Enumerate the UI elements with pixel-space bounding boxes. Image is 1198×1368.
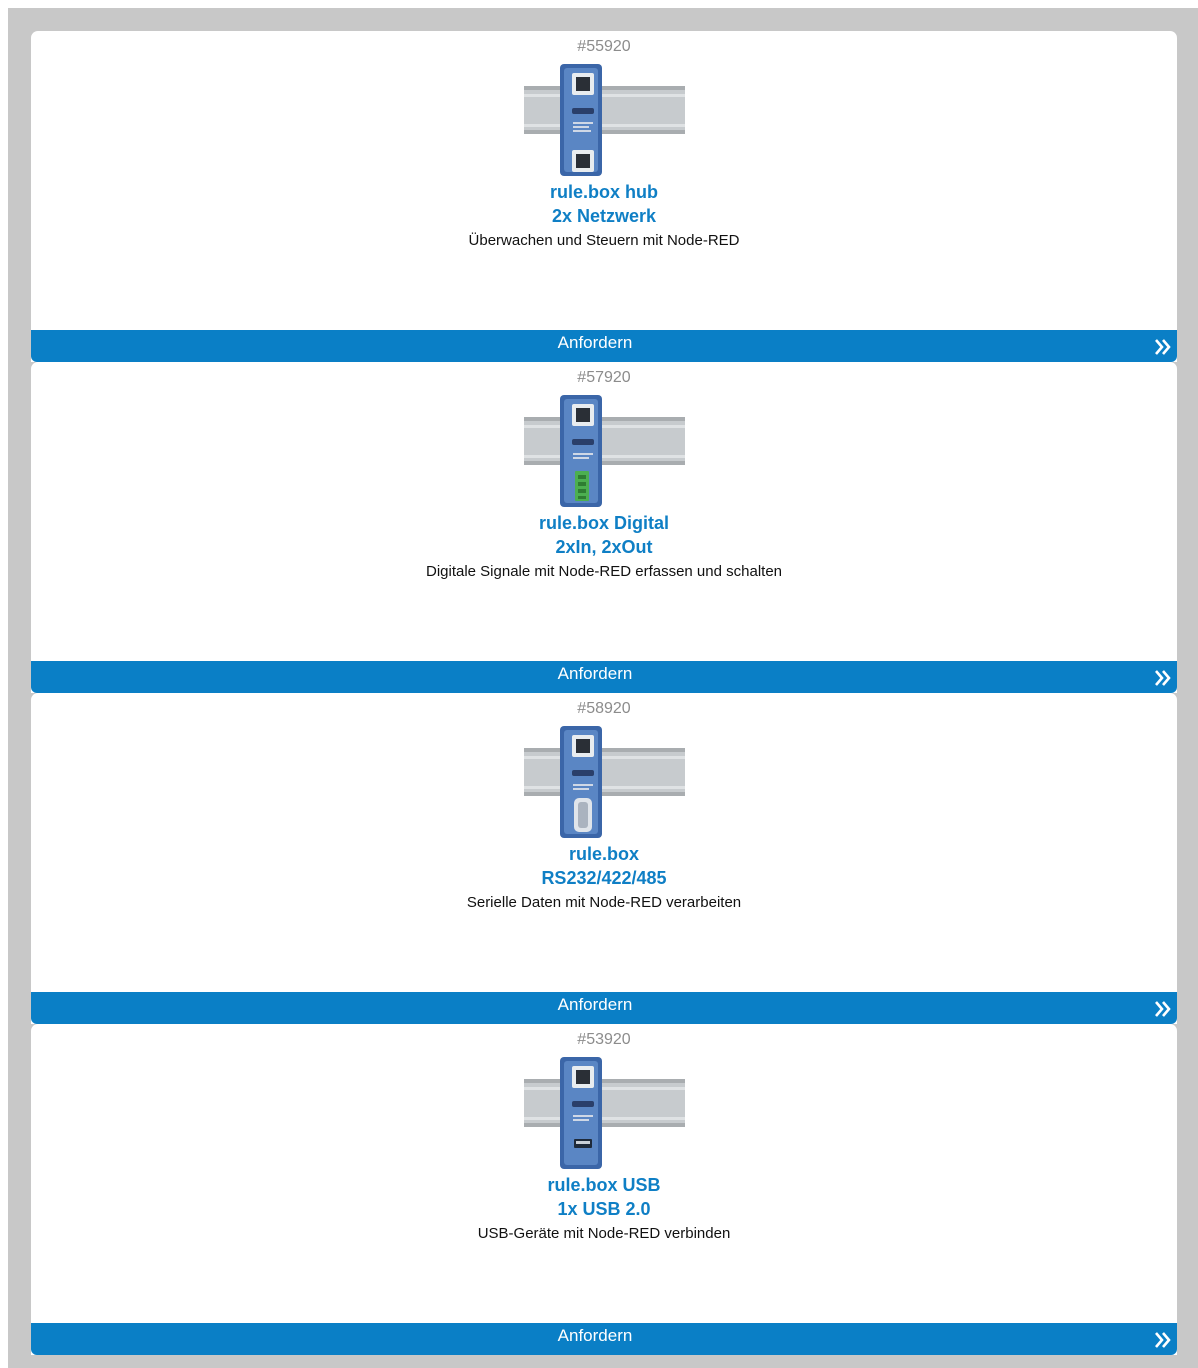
request-button[interactable]: Anfordern: [31, 661, 1177, 693]
product-title-line2: 2xIn, 2xOut: [555, 537, 653, 557]
double-chevron-right-icon: [1153, 335, 1173, 359]
product-title-line1: rule.box USB: [547, 1175, 661, 1195]
product-title-line2: 2x Netzwerk: [551, 206, 657, 226]
article-number: #55920: [577, 38, 631, 55]
request-button-label: Anfordern: [557, 664, 633, 683]
request-button-label: Anfordern: [557, 333, 633, 352]
product-title-line2: RS232/422/485: [541, 868, 667, 888]
product-description: Digitale Signale mit Node-RED erfassen u…: [425, 563, 782, 580]
request-button[interactable]: Anfordern: [31, 992, 1177, 1024]
product-card-body: #53920 rule.box USB 1x USB 2.0 USB-Gerät…: [31, 1024, 1177, 1324]
product-title-link[interactable]: rule.box USB 1x USB 2.0: [31, 1173, 1177, 1221]
product-image[interactable]: [524, 726, 685, 838]
double-chevron-right-icon: [1153, 997, 1173, 1021]
request-button-label: Anfordern: [557, 995, 633, 1014]
product-image[interactable]: [524, 64, 685, 176]
product-title-link[interactable]: rule.box hub 2x Netzwerk: [31, 180, 1177, 228]
article-number: #58920: [577, 700, 631, 717]
product-card: #58920 rule.box RS232/422/485 Serielle D…: [31, 693, 1177, 1024]
article-number: #57920: [577, 369, 631, 386]
product-description: Überwachen und Steuern mit Node-RED: [468, 232, 740, 249]
product-title-line1: rule.box Digital: [538, 513, 670, 533]
product-card: #57920 rule.box Digital 2xIn, 2xOut Digi…: [31, 362, 1177, 693]
product-title-link[interactable]: rule.box Digital 2xIn, 2xOut: [31, 511, 1177, 559]
product-image[interactable]: [524, 1057, 685, 1169]
product-card-body: #55920 rule.box hub 2x Netzwerk Überwach…: [31, 31, 1177, 331]
request-button[interactable]: Anfordern: [31, 1323, 1177, 1355]
product-card: #55920 rule.box hub 2x Netzwerk Überwach…: [31, 31, 1177, 362]
double-chevron-right-icon: [1153, 666, 1173, 690]
product-card: #53920 rule.box USB 1x USB 2.0 USB-Gerät…: [31, 1024, 1177, 1355]
request-button-label: Anfordern: [557, 1326, 633, 1345]
product-list: #55920 rule.box hub 2x Netzwerk Überwach…: [31, 31, 1177, 1355]
product-card-body: #58920 rule.box RS232/422/485 Serielle D…: [31, 693, 1177, 993]
product-title-link[interactable]: rule.box RS232/422/485: [31, 842, 1177, 890]
product-title-line1: rule.box: [568, 844, 639, 864]
product-description: Serielle Daten mit Node-RED verarbeiten: [466, 894, 742, 911]
article-number: #53920: [577, 1031, 631, 1048]
product-title-line1: rule.box hub: [550, 182, 658, 202]
request-button[interactable]: Anfordern: [31, 330, 1177, 362]
product-card-body: #57920 rule.box Digital 2xIn, 2xOut Digi…: [31, 362, 1177, 662]
product-description: USB-Geräte mit Node-RED verbinden: [477, 1225, 731, 1242]
product-title-line2: 1x USB 2.0: [557, 1199, 651, 1219]
product-image[interactable]: [524, 395, 685, 507]
double-chevron-right-icon: [1153, 1328, 1173, 1352]
